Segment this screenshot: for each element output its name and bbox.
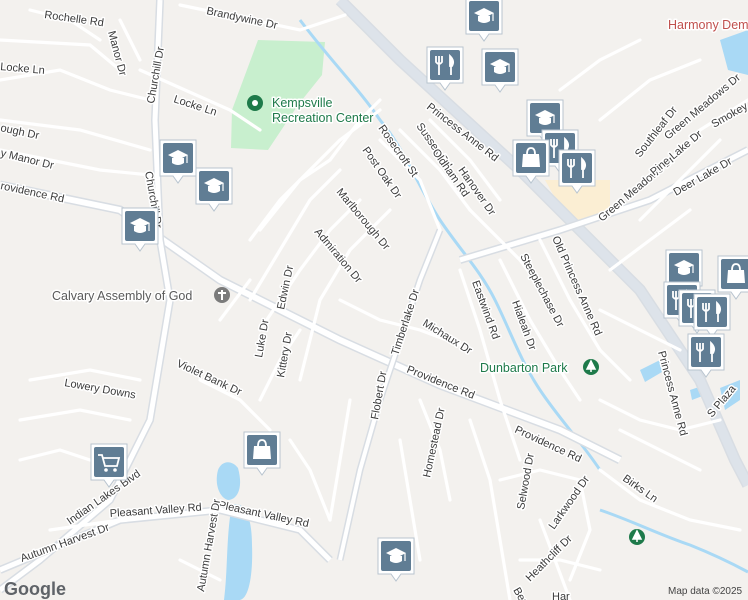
park-label: Dunbarton Park xyxy=(480,361,568,375)
recreation-center-label-2: Recreation Center xyxy=(272,111,373,125)
road-label: Har xyxy=(552,591,570,600)
harmony-label: Harmony Dem xyxy=(668,18,748,32)
map-attribution[interactable]: Map data ©2025 xyxy=(668,586,743,597)
church-label: Calvary Assembly of God xyxy=(52,289,192,303)
recreation-center-label-1: Kempsville xyxy=(272,96,332,110)
google-logo[interactable]: Google xyxy=(4,579,66,599)
map-canvas[interactable]: Rochelle Rd Manor Dr Locke Ln Locke Ln B… xyxy=(0,0,748,600)
